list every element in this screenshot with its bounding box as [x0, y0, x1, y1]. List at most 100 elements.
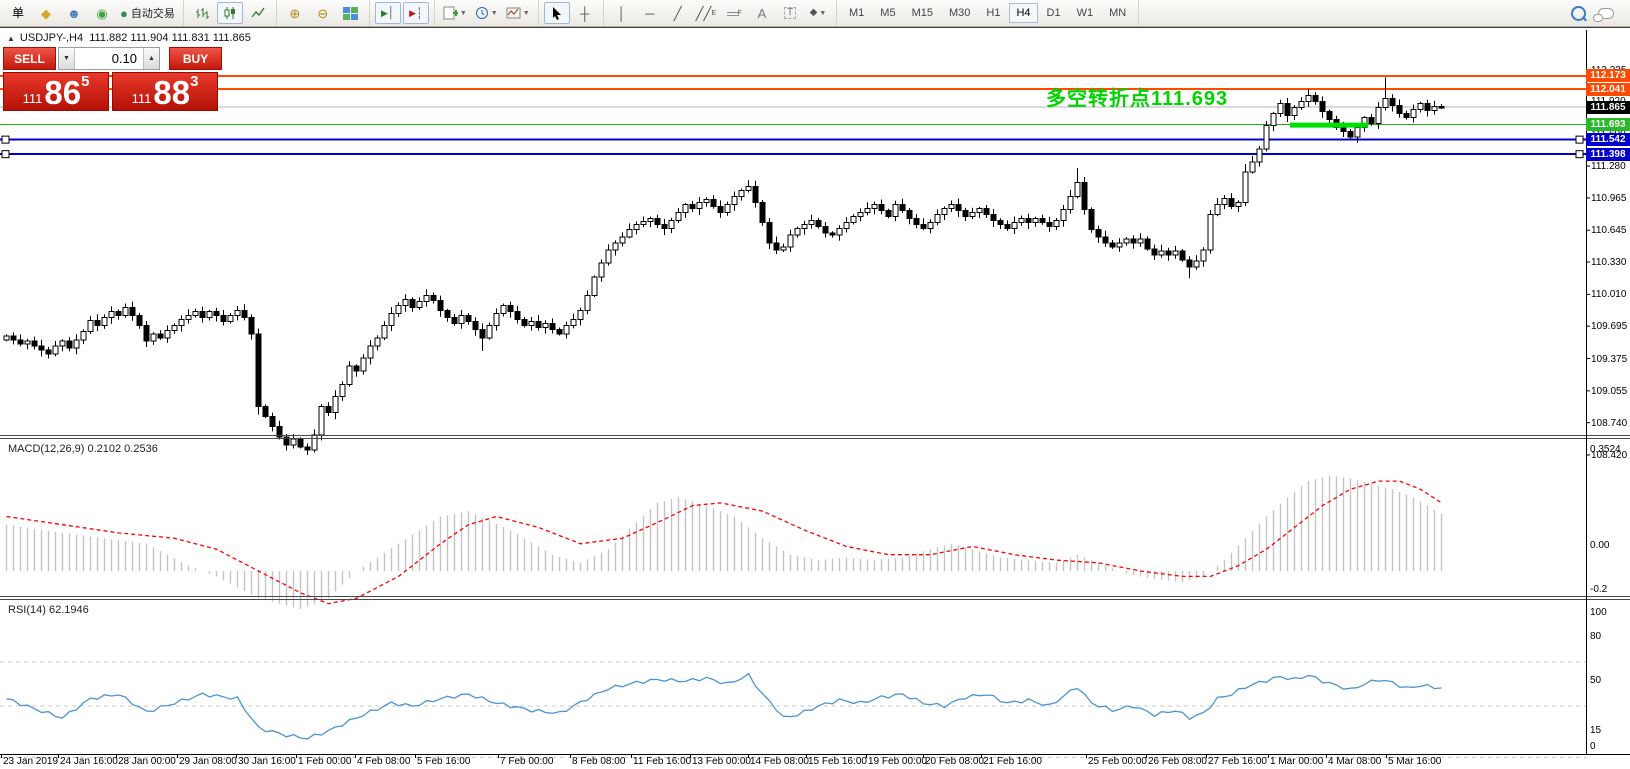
timeframe-m30-button[interactable]: M30: [942, 3, 977, 23]
autotrading-button[interactable]: ● 自动交易: [117, 2, 178, 24]
chart-canvas[interactable]: [0, 28, 1630, 769]
bull-candle: [368, 346, 373, 358]
time-axis-label: 5 Mar 16:00: [1388, 756, 1441, 767]
text-label-tool-icon[interactable]: T: [777, 2, 803, 24]
macd-signal-line: [7, 481, 1442, 604]
cursor-icon[interactable]: [544, 2, 570, 24]
time-axis-label: 19 Feb 00:00: [868, 756, 927, 767]
line-chart-icon[interactable]: [245, 2, 271, 24]
timeframe-mn-button[interactable]: MN: [1102, 3, 1133, 23]
chart-shift-icon[interactable]: ▶┆: [403, 2, 429, 24]
buy-button[interactable]: BUY: [169, 47, 222, 70]
bull-candle: [123, 308, 128, 316]
bear-candle: [956, 204, 961, 210]
bull-candle: [529, 322, 534, 326]
arrows-tool-icon[interactable]: ◆▼: [805, 2, 831, 24]
bear-candle: [655, 219, 660, 225]
bull-candle: [1222, 198, 1227, 204]
timeframe-d1-button[interactable]: D1: [1040, 3, 1068, 23]
rsi-label: RSI(14) 62.1946: [8, 604, 89, 616]
time-axis-label: 4 Mar 08:00: [1328, 756, 1381, 767]
rsi-axis-label: 100: [1590, 607, 1607, 618]
market-watch-icon[interactable]: ◆: [33, 2, 59, 24]
bear-candle: [522, 320, 527, 326]
bear-candle: [1320, 101, 1325, 111]
chart-window: ▲USDJPY-,H4 111.882 111.904 111.831 111.…: [0, 26, 1630, 769]
bull-candle: [1138, 239, 1143, 243]
toolbar-group-zoom: ⊕ ⊖: [277, 0, 370, 26]
bear-candle: [480, 330, 485, 338]
bull-candle: [74, 340, 79, 348]
text-tool-icon[interactable]: A: [749, 2, 775, 24]
news-icon[interactable]: ◉: [89, 2, 115, 24]
toolbar-group-trade: 单 ◆ ☻ ◉ ● 自动交易: [0, 0, 184, 26]
bull-candle: [732, 196, 737, 204]
bear-candle: [1390, 98, 1395, 105]
vertical-line-tool-icon[interactable]: │: [609, 2, 635, 24]
time-axis-label: 28 Jan 00:00: [118, 756, 176, 767]
bull-candle: [165, 331, 170, 338]
bull-candle: [739, 190, 744, 196]
pivot-annotation-text[interactable]: 多空转折点111.693: [1046, 82, 1228, 111]
bull-candle: [865, 209, 870, 213]
price-line-label-111.865: 111.865: [1586, 101, 1630, 114]
bear-candle: [1327, 112, 1332, 120]
bull-candle: [347, 366, 352, 384]
timeframe-h1-button[interactable]: H1: [979, 3, 1007, 23]
channel-tool-icon[interactable]: ╱╱E: [693, 2, 719, 24]
chat-icon[interactable]: [1593, 2, 1619, 24]
timeframe-w1-button[interactable]: W1: [1070, 3, 1101, 23]
templates-icon[interactable]: ▼: [503, 2, 533, 24]
price-tick-label: 109.055: [1591, 386, 1627, 397]
crosshair-icon[interactable]: ┼: [572, 2, 598, 24]
bull-candle: [795, 229, 800, 235]
buy-price-display[interactable]: 111883: [112, 72, 218, 111]
one-click-collapse-icon[interactable]: ▲: [7, 34, 15, 43]
fibonacci-tool-icon[interactable]: ==F: [721, 2, 747, 24]
toolbar-group-lines: │ ─ ╱ ╱╱E ==F A T ◆▼: [604, 0, 837, 26]
zoom-in-icon[interactable]: ⊕: [282, 2, 308, 24]
indicators-icon[interactable]: ▼: [440, 2, 470, 24]
horizontal-line-tool-icon[interactable]: ─: [637, 2, 663, 24]
bear-candle: [1180, 251, 1185, 260]
accounts-icon[interactable]: ☻: [61, 2, 87, 24]
bull-candle: [949, 204, 954, 208]
main-toolbar: 单 ◆ ☻ ◉ ● 自动交易 ⊕ ⊖: [0, 0, 1630, 27]
zoom-out-icon[interactable]: ⊖: [310, 2, 336, 24]
trendline-tool-icon[interactable]: ╱: [665, 2, 691, 24]
bull-candle: [970, 213, 975, 217]
sell-button[interactable]: SELL: [3, 47, 56, 70]
new-order-button[interactable]: 单: [5, 2, 31, 24]
bull-candle: [501, 305, 506, 313]
bull-candle: [1257, 149, 1262, 162]
timeframe-m1-button[interactable]: M1: [842, 3, 871, 23]
volume-decrease-button[interactable]: ▼: [59, 48, 75, 69]
time-axis-label: 20 Feb 08:00: [925, 756, 984, 767]
timeframe-h4-button[interactable]: H4: [1009, 3, 1037, 23]
bull-candle: [564, 326, 569, 334]
timeframe-m5-button[interactable]: M5: [873, 3, 902, 23]
periods-icon[interactable]: ▼: [472, 2, 501, 24]
sell-price-display[interactable]: 111865: [3, 72, 109, 111]
toolbar-group-objects: ▼ ▼ ▼: [435, 0, 539, 26]
candlestick-chart-icon[interactable]: [217, 2, 243, 24]
time-axis-label: 7 Feb 00:00: [500, 756, 553, 767]
bull-candle: [571, 320, 576, 326]
timeframe-m15-button[interactable]: M15: [905, 3, 940, 23]
search-icon[interactable]: [1565, 2, 1591, 24]
tile-windows-icon[interactable]: [338, 2, 364, 24]
price-line-label-112.173: 112.173: [1586, 69, 1630, 82]
auto-scroll-icon[interactable]: ▶│: [375, 2, 401, 24]
bear-candle: [907, 211, 912, 219]
bear-candle: [879, 204, 884, 210]
volume-increase-button[interactable]: ▲: [143, 48, 159, 69]
bear-candle: [508, 305, 513, 311]
volume-input[interactable]: 0.10: [75, 48, 143, 69]
bar-chart-icon[interactable]: [189, 2, 215, 24]
bull-candle: [704, 199, 709, 202]
bull-candle: [872, 204, 877, 208]
bear-candle: [1005, 225, 1010, 229]
bear-candle: [298, 439, 303, 447]
bear-candle: [270, 417, 275, 427]
bear-candle: [452, 318, 457, 324]
